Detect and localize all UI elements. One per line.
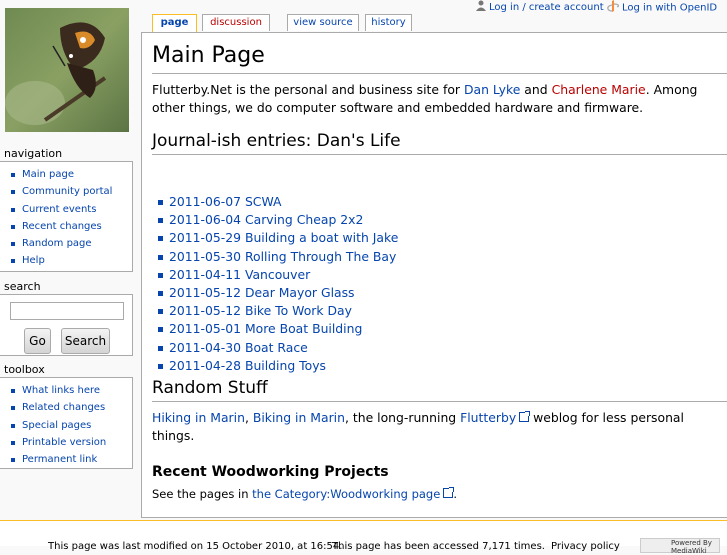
sidebar-item-related-changes[interactable]: Related changes <box>0 399 132 416</box>
flutterby-link[interactable]: Flutterby <box>460 410 531 425</box>
woodworking-category-link[interactable]: the Category:Woodworking page <box>252 487 455 501</box>
site-logo[interactable] <box>5 8 129 132</box>
tab-view-source[interactable]: view source <box>287 14 359 31</box>
last-modified-text: This page was last modified on 15 Octobe… <box>48 541 343 552</box>
hiking-link[interactable]: Hiking in Marin <box>152 410 245 425</box>
list-item: 2011-05-12 Dear Mayor Glass <box>152 284 398 302</box>
login-link[interactable]: Log in / create account <box>476 0 604 14</box>
openid-icon <box>607 0 620 15</box>
title-divider <box>152 73 727 74</box>
charlene-marie-link[interactable]: Charlene Marie <box>552 82 646 97</box>
sidebar-item-community-portal[interactable]: Community portal <box>0 183 132 200</box>
woodworking-heading: Recent Woodworking Projects <box>152 464 389 480</box>
openid-login-link[interactable]: Log in with OpenID <box>607 0 717 15</box>
dan-lyke-link[interactable]: Dan Lyke <box>464 82 520 97</box>
sidebar-item-special-pages[interactable]: Special pages <box>0 417 132 434</box>
list-item: 2011-05-29 Building a boat with Jake <box>152 229 398 247</box>
tab-discussion[interactable]: discussion <box>202 14 270 31</box>
page-footer: This page was last modified on 15 Octobe… <box>0 520 727 555</box>
sidebar-item-random-page[interactable]: Random page <box>0 235 132 252</box>
random-stuff-paragraph: Hiking in Marin, Biking in Marin, the lo… <box>152 410 684 443</box>
search-button[interactable]: Search <box>61 328 110 354</box>
list-item: 2011-06-07 SCWA <box>152 193 398 211</box>
sidebar-item-what-links-here[interactable]: What links here <box>0 382 132 399</box>
intro-paragraph: Flutterby.Net is the personal and busine… <box>152 82 698 115</box>
page-title: Main Page <box>152 43 265 68</box>
external-link-icon <box>443 487 455 498</box>
tab-history[interactable]: history <box>365 14 412 31</box>
external-link-icon <box>519 411 531 422</box>
sidebar-item-recent-changes[interactable]: Recent changes <box>0 218 132 235</box>
journal-heading: Journal-ish entries: Dan's Life <box>152 130 727 155</box>
list-item: 2011-05-30 Rolling Through The Bay <box>152 248 398 266</box>
tab-page[interactable]: page <box>152 14 197 33</box>
toolbox-title: toolbox <box>4 363 45 376</box>
navigation-portlet: Main page Community portal Current event… <box>0 161 133 272</box>
biking-link[interactable]: Biking in Marin <box>253 410 345 425</box>
sidebar-item-printable-version[interactable]: Printable version <box>0 434 132 451</box>
sidebar-item-permanent-link[interactable]: Permanent link <box>0 451 132 468</box>
search-portlet: Go Search <box>0 294 133 356</box>
sidebar-item-help[interactable]: Help <box>0 252 132 269</box>
go-button[interactable]: Go <box>24 328 51 354</box>
list-item: 2011-04-30 Boat Race <box>152 339 398 357</box>
navigation-title: navigation <box>4 147 63 160</box>
journal-list: 2011-06-07 SCWA 2011-06-04 Carving Cheap… <box>152 193 398 375</box>
search-input[interactable] <box>10 302 124 320</box>
list-item: 2011-05-12 Bike To Work Day <box>152 302 398 320</box>
list-item: 2011-05-01 More Boat Building <box>152 320 398 338</box>
privacy-policy-link[interactable]: Privacy policy <box>551 541 620 552</box>
user-icon <box>476 0 486 14</box>
search-title: search <box>4 280 41 293</box>
main-content: Main Page Flutterby.Net is the personal … <box>141 32 727 518</box>
personal-tools: Log in / create account Log in with Open… <box>470 0 727 16</box>
woodworking-paragraph: See the pages in the Category:Woodworkin… <box>152 487 457 501</box>
sidebar-item-current-events[interactable]: Current events <box>0 201 132 218</box>
sidebar-item-main-page[interactable]: Main page <box>0 166 132 183</box>
list-item: 2011-06-04 Carving Cheap 2x2 <box>152 211 398 229</box>
list-item: 2011-04-11 Vancouver <box>152 266 398 284</box>
view-count-text: This page has been accessed 7,171 times. <box>332 541 545 552</box>
random-stuff-heading: Random Stuff <box>152 377 727 402</box>
list-item: 2011-04-28 Building Toys <box>152 357 398 375</box>
toolbox-portlet: What links here Related changes Special … <box>0 377 133 469</box>
powered-by-badge[interactable]: Powered By MediaWiki <box>640 538 720 555</box>
